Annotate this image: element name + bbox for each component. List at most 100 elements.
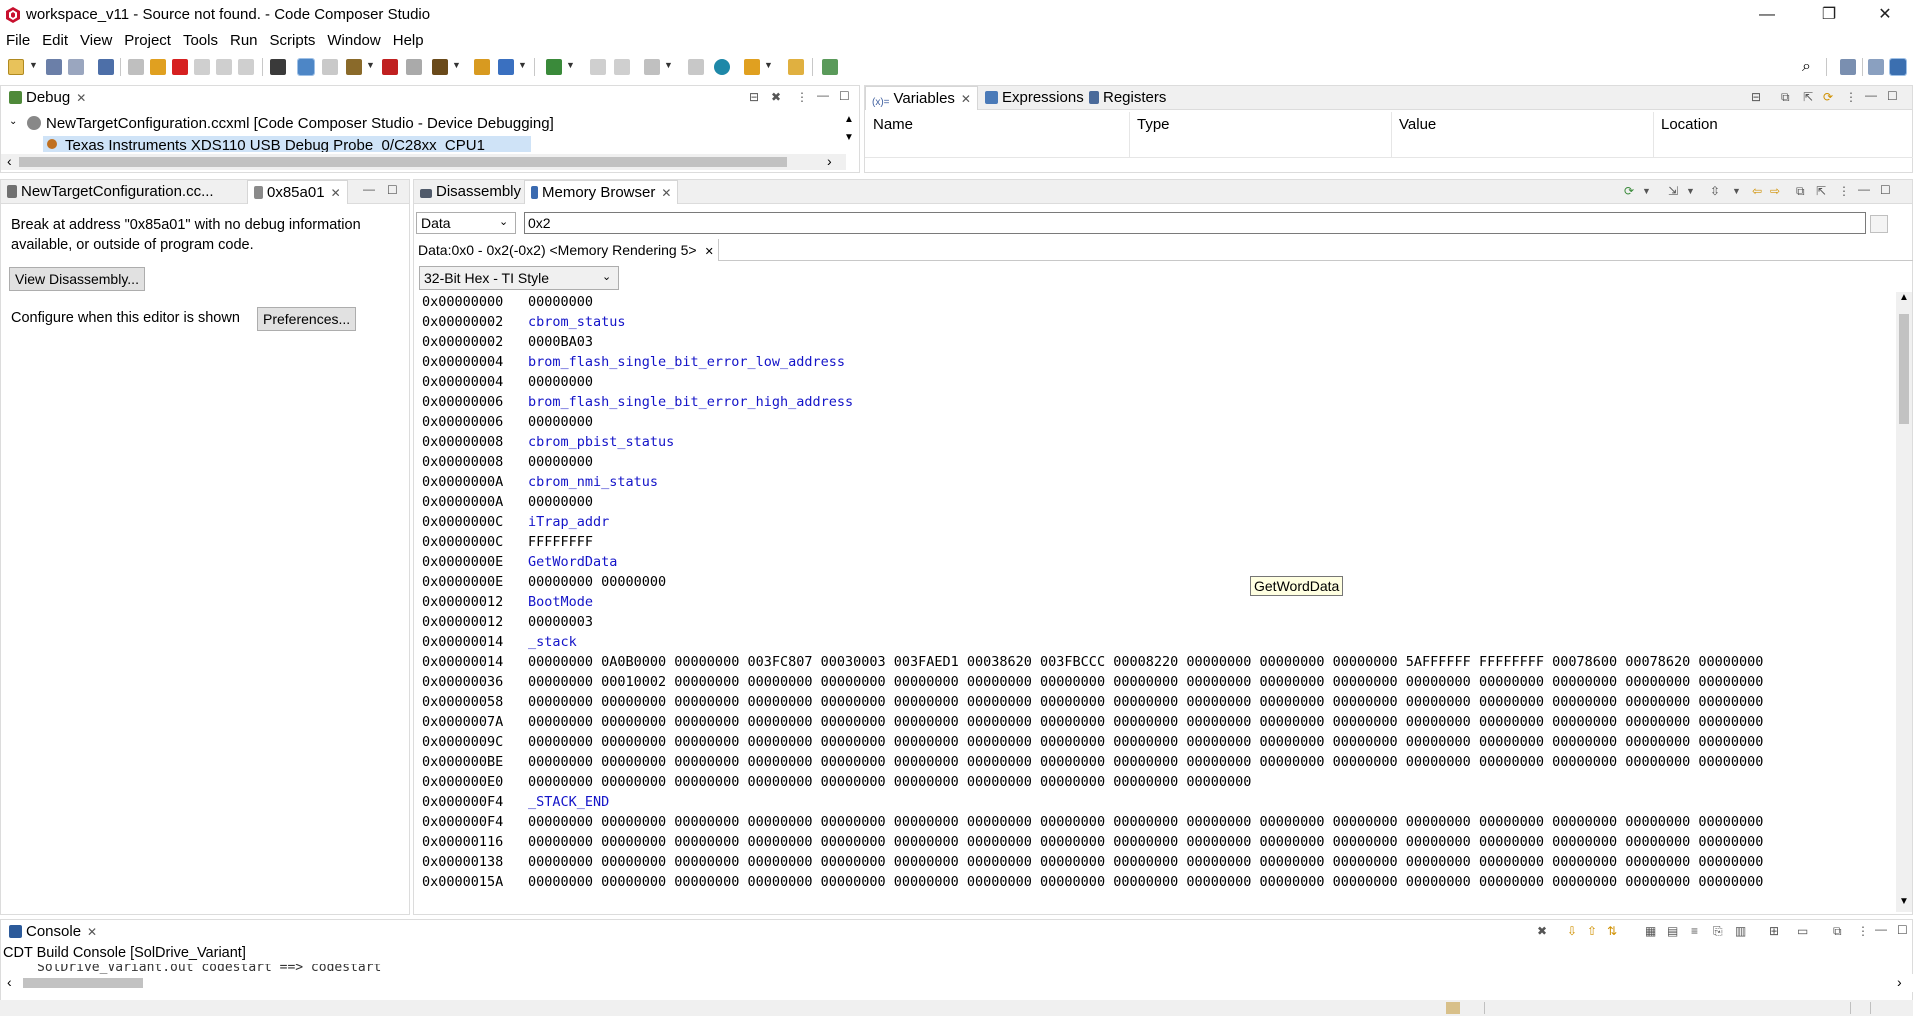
memory-row[interactable]: 0x0000000A 00000000 — [422, 494, 593, 510]
memory-row[interactable]: 0x00000002 0000BA03 — [422, 334, 593, 350]
tab-registers[interactable]: Registers — [1083, 86, 1172, 110]
memory-row[interactable]: 0x00000014 _stack — [422, 634, 577, 650]
memory-row[interactable]: 0x0000000E GetWordData — [422, 554, 617, 570]
memory-row[interactable]: 0x00000138 00000000 00000000 00000000 000… — [422, 854, 1763, 870]
scroll-thumb[interactable] — [19, 157, 787, 167]
close-icon[interactable]: ✕ — [87, 925, 97, 939]
tree-root-item[interactable]: NewTargetConfiguration.ccxml [Code Compo… — [46, 115, 554, 132]
memory-row[interactable]: 0x00000116 00000000 00000000 00000000 000… — [422, 834, 1763, 850]
step-into-icon[interactable] — [194, 59, 210, 75]
memory-value[interactable]: 00000000 — [528, 374, 593, 390]
close-icon[interactable]: ✕ — [76, 91, 86, 105]
console-horizontal-scrollbar[interactable]: ‹ › — [1, 974, 1913, 992]
memory-value[interactable]: FFFFFFFF — [528, 534, 593, 550]
search-web-icon[interactable] — [714, 59, 730, 75]
import-memory-icon[interactable]: ⇳ — [1710, 184, 1720, 198]
new-dropdown-icon[interactable]: ▼ — [29, 60, 38, 70]
breakpoint-icon[interactable] — [382, 59, 398, 75]
memory-row[interactable]: 0x00000004 brom_flash_single_bit_error_lo… — [422, 354, 845, 370]
step-disabled-icon[interactable] — [590, 59, 606, 75]
menu-window[interactable]: Window — [321, 31, 386, 51]
external-tools-icon[interactable] — [822, 59, 838, 75]
new-window-icon[interactable]: ⧉ — [1833, 924, 1842, 939]
go-icon[interactable] — [1870, 215, 1888, 233]
memory-row[interactable]: 0x0000000A cbrom_nmi_status — [422, 474, 658, 490]
scroll-up-icon[interactable]: ▲ — [1899, 292, 1909, 303]
scroll-left-icon[interactable]: ‹ — [7, 153, 12, 169]
restore-button[interactable]: ❐ — [1806, 0, 1852, 30]
save-all-icon[interactable] — [68, 59, 84, 75]
minimize-view-icon[interactable]: — — [1865, 88, 1877, 102]
memory-row[interactable]: 0x0000000C FFFFFFFF — [422, 534, 593, 550]
scroll-thumb[interactable] — [1899, 314, 1909, 424]
format-select[interactable]: 32-Bit Hex - TI Style ⌄ — [419, 266, 619, 290]
memory-row[interactable]: 0x000000F4 00000000 00000000 00000000 000… — [422, 814, 1763, 830]
reset-icon[interactable] — [498, 59, 514, 75]
memory-row[interactable]: 0x0000000E 00000000 00000000 — [422, 574, 666, 590]
memory-row[interactable]: 0x00000058 00000000 00000000 00000000 000… — [422, 694, 1763, 710]
menu-view[interactable]: View — [74, 31, 118, 51]
suspend-icon[interactable] — [150, 59, 166, 75]
memory-row[interactable]: 0x00000012 BootMode — [422, 594, 593, 610]
perspective-ccs-edit-icon[interactable] — [1868, 59, 1884, 75]
tab-variables[interactable]: (x)= Variables ✕ — [865, 86, 978, 110]
memory-value[interactable]: 00000000 00000000 00000000 00000000 0000… — [528, 714, 1763, 730]
view-menu-icon[interactable]: ⋮ — [1845, 90, 1857, 104]
memory-value[interactable]: 00000000 00000000 00000000 00000000 0000… — [528, 734, 1763, 750]
step-back-disabled-icon[interactable] — [614, 59, 630, 75]
menu-scripts[interactable]: Scripts — [264, 31, 322, 51]
memory-row[interactable]: 0x00000004 00000000 — [422, 374, 593, 390]
memory-row[interactable]: 0x00000000 00000000 — [422, 294, 593, 310]
scroll-down-icon[interactable]: ▼ — [844, 132, 854, 143]
instruction-step-icon[interactable] — [297, 58, 315, 76]
export-memory-icon[interactable]: ⇲ — [1668, 184, 1678, 198]
view-menu-icon[interactable]: ⋮ — [796, 90, 808, 104]
menu-help[interactable]: Help — [387, 31, 430, 51]
memory-value[interactable]: 00000000 00000000 00000000 00000000 0000… — [528, 874, 1763, 890]
scroll-left-icon[interactable]: ‹ — [7, 974, 12, 990]
wrench-icon[interactable] — [644, 59, 660, 75]
memory-row[interactable]: 0x0000000C iTrap_addr — [422, 514, 609, 530]
tree-expand-icon[interactable]: ⌄ — [9, 116, 17, 127]
memory-row[interactable]: 0x00000002 cbrom_status — [422, 314, 626, 330]
copy-icon[interactable]: ⎘ — [1713, 924, 1723, 939]
scroll-right-icon[interactable]: › — [827, 153, 832, 169]
remove-all-icon[interactable]: ✖ — [771, 90, 781, 104]
column-location[interactable]: Location — [1661, 116, 1718, 133]
skip-breakpoints-icon[interactable] — [406, 59, 422, 75]
rendering-tab[interactable]: Data:0x0 - 0x2(-0x2) <Memory Rendering 5… — [414, 239, 719, 261]
export-icon[interactable]: ⇱ — [1803, 90, 1813, 104]
scroll-lock-icon[interactable]: ⇅ — [1607, 924, 1617, 938]
refresh-icon[interactable]: ⟳ — [1823, 90, 1833, 104]
memory-row[interactable]: 0x00000008 cbrom_pbist_status — [422, 434, 674, 450]
next-annotation-icon[interactable] — [788, 59, 804, 75]
view-menu-icon[interactable]: ⋮ — [1838, 184, 1850, 198]
memory-value[interactable]: 00000000 — [528, 494, 593, 510]
word-wrap-icon[interactable]: ▤ — [1667, 924, 1678, 938]
memory-value[interactable]: 00000000 — [528, 294, 593, 310]
tab-target-config[interactable]: NewTargetConfiguration.cc... — [1, 180, 245, 204]
horizontal-scrollbar[interactable]: ‹ › — [1, 153, 846, 170]
pin-console-icon[interactable]: ▦ — [1645, 924, 1656, 938]
search-icon[interactable]: ⌕ — [1802, 58, 1811, 76]
maximize-view-icon[interactable]: ☐ — [1897, 923, 1908, 937]
memory-value[interactable]: 00000000 00000000 — [528, 574, 666, 590]
close-icon[interactable]: ✕ — [705, 246, 714, 258]
tab-debug[interactable]: Debug ✕ — [3, 86, 92, 110]
registers-grid-icon[interactable] — [270, 59, 286, 75]
memory-row[interactable]: 0x00000014 00000000 0A0B0000 00000000 003… — [422, 654, 1763, 670]
tab-0x85a01[interactable]: 0x85a01 ✕ — [247, 180, 348, 204]
close-icon[interactable]: ✕ — [661, 186, 671, 200]
column-name[interactable]: Name — [873, 116, 913, 133]
memory-value[interactable]: 00000000 00010002 00000000 00000000 0000… — [528, 674, 1763, 690]
tab-memory-browser[interactable]: Memory Browser ✕ — [524, 180, 679, 204]
minimize-view-icon[interactable]: — — [817, 88, 829, 102]
load-program-icon[interactable] — [346, 59, 362, 75]
menu-file[interactable]: File — [0, 31, 36, 51]
memory-value[interactable]: 00000000 00000000 00000000 00000000 0000… — [528, 834, 1763, 850]
close-icon[interactable]: ✕ — [331, 186, 341, 200]
scroll-thumb[interactable] — [23, 978, 143, 988]
close-icon[interactable]: ✕ — [961, 92, 971, 106]
minimize-view-icon[interactable]: — — [1875, 922, 1887, 936]
tab-console[interactable]: Console ✕ — [3, 920, 103, 944]
